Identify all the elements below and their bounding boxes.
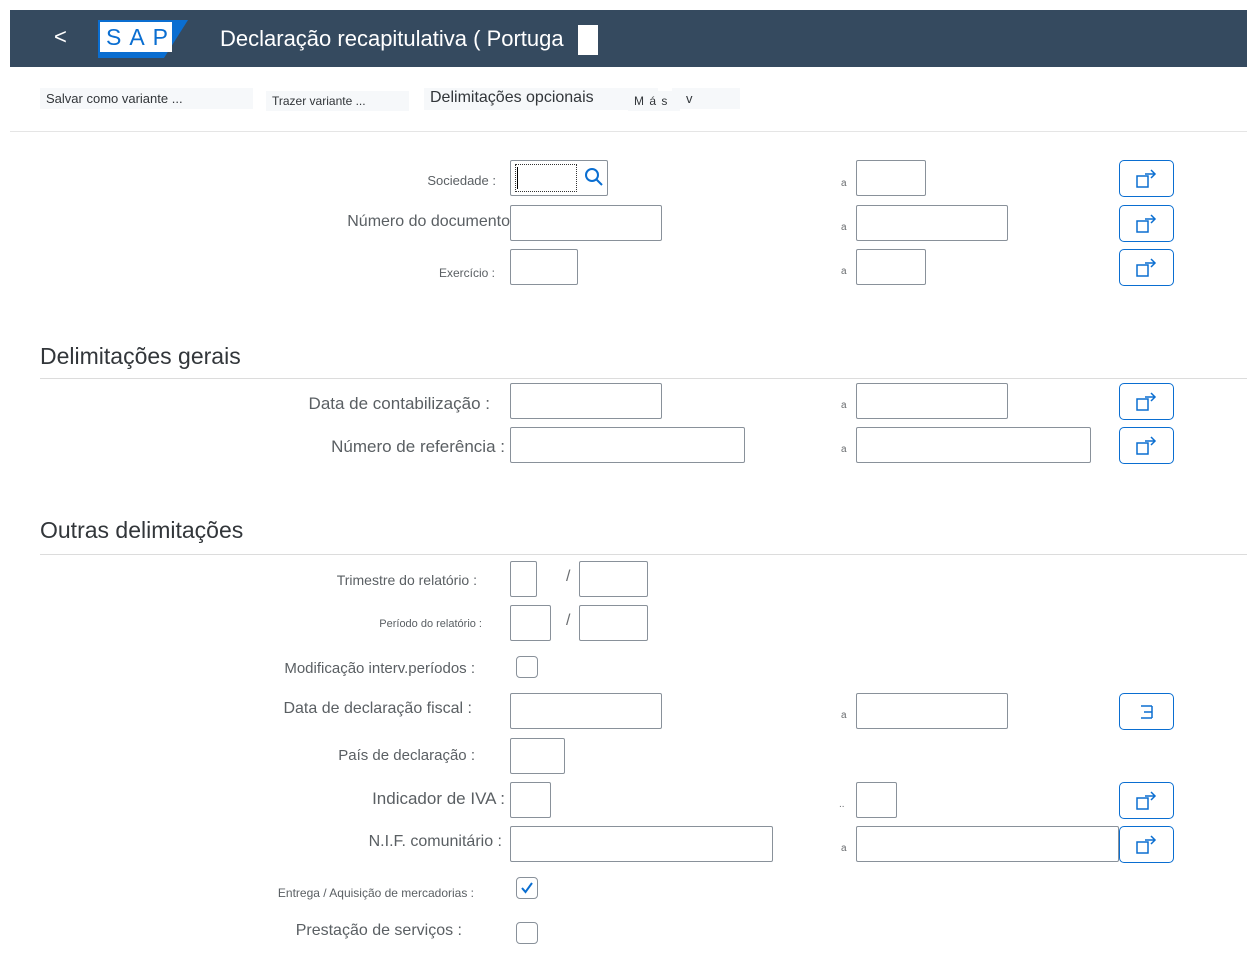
quarter-input[interactable] xyxy=(510,561,537,597)
vat-indicator-to-input[interactable] xyxy=(856,782,897,818)
country-label: País de declaração : xyxy=(310,747,475,764)
general-section-heading: Delimitações gerais xyxy=(40,343,241,369)
period-input[interactable] xyxy=(510,605,551,641)
to-label: a xyxy=(841,843,847,854)
to-label: a xyxy=(841,710,847,721)
title-cursor-block xyxy=(578,25,598,55)
to-label: a xyxy=(841,266,847,277)
goods-label: Entrega / Aquisição de mercadorias : xyxy=(210,886,474,900)
tax-date-from-input[interactable] xyxy=(510,693,662,729)
multiple-selection-button[interactable] xyxy=(1119,826,1174,863)
tax-date-to-input[interactable] xyxy=(856,693,1008,729)
search-icon[interactable] xyxy=(584,167,604,187)
get-variant-button[interactable]: Trazer variante ... xyxy=(266,91,409,111)
multiple-selection-icon xyxy=(1136,214,1157,233)
period-change-label: Modificação interv.períodos : xyxy=(250,660,475,677)
tax-date-label: Data de declaração fiscal : xyxy=(260,700,472,718)
focus-ring xyxy=(515,164,577,192)
multiple-selection-icon xyxy=(1136,169,1157,188)
reference-to-input[interactable] xyxy=(856,427,1091,463)
save-variant-button[interactable]: Salvar como variante ... xyxy=(40,88,253,109)
section-divider xyxy=(40,378,1247,379)
doc-number-from-input[interactable] xyxy=(510,205,662,241)
company-from-input[interactable] xyxy=(510,160,608,196)
reference-label: Número de referência : xyxy=(250,437,505,457)
multiple-selection-icon xyxy=(1136,392,1157,411)
multiple-selection-button[interactable] xyxy=(1119,383,1174,420)
vat-id-from-input[interactable] xyxy=(510,826,773,862)
multiple-selection-button[interactable] xyxy=(1119,427,1174,464)
fiscal-year-from-input[interactable] xyxy=(510,249,578,285)
reference-from-input[interactable] xyxy=(510,427,745,463)
to-label: a xyxy=(841,400,847,411)
posting-date-from-input[interactable] xyxy=(510,383,662,419)
section-divider xyxy=(40,554,1247,555)
period-year-input[interactable] xyxy=(579,605,648,641)
multiple-selection-filled-icon xyxy=(1141,705,1153,719)
multiple-selection-button[interactable] xyxy=(1119,160,1174,197)
multiple-selection-button[interactable] xyxy=(1119,782,1174,819)
back-button[interactable]: < xyxy=(54,24,67,50)
to-label: a xyxy=(841,178,847,189)
more-chevron-icon[interactable]: v xyxy=(672,88,740,109)
services-label: Prestação de serviços : xyxy=(260,922,462,940)
quarter-label: Trimestre do relatório : xyxy=(310,572,477,588)
optional-delimitations-button[interactable]: Delimitações opcionais xyxy=(424,88,658,110)
range-dots: .. xyxy=(839,799,845,810)
multiple-selection-icon xyxy=(1136,791,1157,810)
checkmark-icon xyxy=(521,882,533,894)
company-to-input[interactable] xyxy=(856,160,926,196)
multiple-selection-button[interactable] xyxy=(1119,249,1174,286)
selection-screen: Sociedade : a Número do documento : a Ex… xyxy=(10,133,1247,974)
doc-number-to-input[interactable] xyxy=(856,205,1008,241)
posting-date-label: Data de contabilização : xyxy=(240,394,490,414)
vat-id-to-input[interactable] xyxy=(856,826,1119,862)
vat-indicator-from-input[interactable] xyxy=(510,782,551,818)
slash: / xyxy=(566,568,571,585)
doc-number-label: Número do documento xyxy=(310,213,510,231)
country-input[interactable] xyxy=(510,738,565,774)
selected-multiple-selection-button[interactable] xyxy=(1119,693,1174,730)
period-change-checkbox[interactable] xyxy=(516,656,538,678)
fiscal-year-label: Exercício : xyxy=(390,266,495,280)
period-label: Período do relatório : xyxy=(350,618,482,630)
quarter-year-input[interactable] xyxy=(579,561,648,597)
vat-indicator-label: Indicador de IVA : xyxy=(330,789,505,809)
app-title: Declaração recapitulativa ( Portuga xyxy=(220,26,564,51)
text-cursor xyxy=(517,167,518,189)
company-label: Sociedade : xyxy=(370,173,496,188)
variant-toolbar: Salvar como variante ... Trazer variante… xyxy=(10,68,1247,132)
vat-id-label: N.I.F. comunitário : xyxy=(330,833,502,851)
slash: / xyxy=(566,612,571,629)
sap-logo: SAP xyxy=(98,20,188,58)
posting-date-to-input[interactable] xyxy=(856,383,1008,419)
other-section-heading: Outras delimitações xyxy=(40,517,244,543)
multiple-selection-icon xyxy=(1136,835,1157,854)
multiple-selection-icon xyxy=(1136,258,1157,277)
fiscal-year-to-input[interactable] xyxy=(856,249,926,285)
to-label: a xyxy=(841,444,847,455)
multiple-selection-icon xyxy=(1136,436,1157,455)
multiple-selection-button[interactable] xyxy=(1119,205,1174,242)
to-label: a xyxy=(841,222,847,233)
goods-checkbox[interactable] xyxy=(516,877,538,899)
services-checkbox[interactable] xyxy=(516,922,538,944)
sap-logo-text: SAP xyxy=(106,24,177,50)
shell-header: < SAP Declaração recapitulativa ( Portug… xyxy=(10,10,1247,67)
